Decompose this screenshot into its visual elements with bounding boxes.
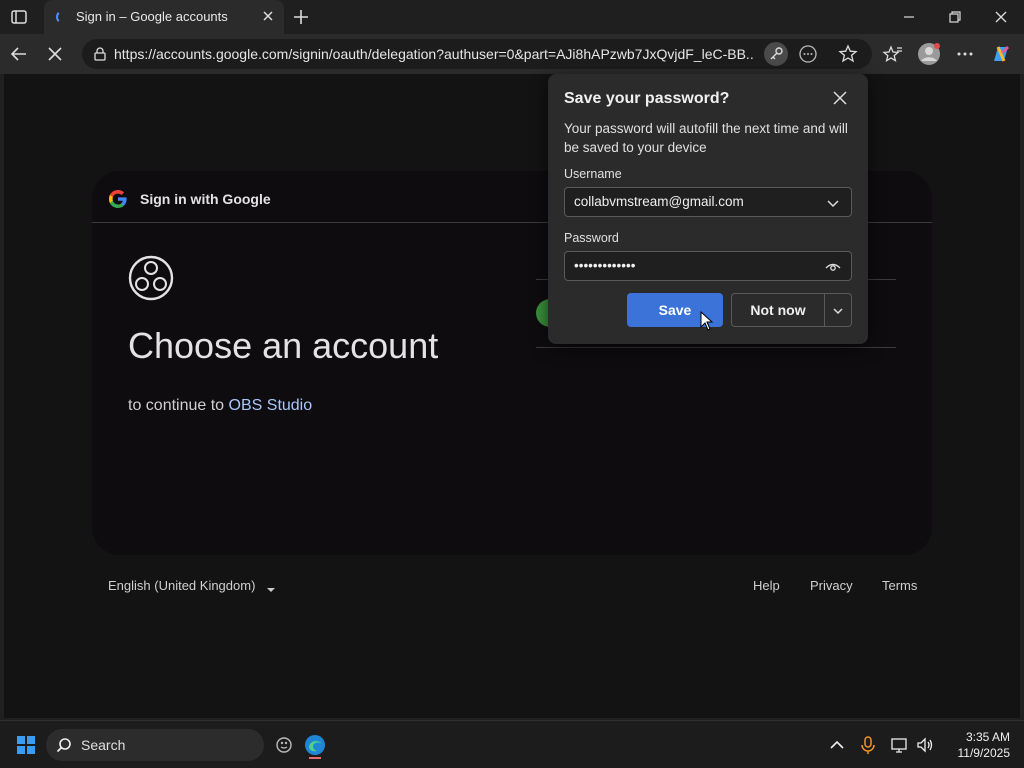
restore-icon[interactable] xyxy=(943,5,967,29)
new-tab-icon[interactable] xyxy=(290,6,312,28)
windows-start-icon[interactable] xyxy=(17,736,35,754)
dialog-title: Save your password? xyxy=(564,90,730,107)
dialog-description: Your password will autofill the next tim… xyxy=(564,121,848,155)
not-now-button[interactable]: Not now xyxy=(731,293,825,327)
tab-actions-icon[interactable] xyxy=(8,6,30,28)
username-value: collabvmstream@gmail.com xyxy=(574,194,744,209)
terms-link[interactable]: Terms xyxy=(882,578,917,593)
search-icon xyxy=(56,737,72,753)
search-placeholder: Search xyxy=(81,737,126,753)
url-text: https://accounts.google.com/signin/oauth… xyxy=(114,46,754,62)
google-logo-icon xyxy=(108,189,128,209)
more-options-button[interactable] xyxy=(825,293,852,327)
edge-app-icon[interactable] xyxy=(301,731,329,759)
language-select[interactable]: English (United Kingdom) xyxy=(108,578,255,593)
tab-title: Sign in – Google accounts xyxy=(76,9,228,24)
password-label: Password xyxy=(564,231,619,245)
continue-text: to continue to OBS Studio xyxy=(128,397,312,415)
taskbar-search[interactable]: Search xyxy=(46,729,264,761)
address-bar[interactable]: https://accounts.google.com/signin/oauth… xyxy=(82,39,872,69)
chevron-down-icon[interactable] xyxy=(825,195,841,211)
taskbar: Search 3:35 AM 11/9/2025 xyxy=(0,720,1024,768)
page-actions-icon[interactable] xyxy=(796,42,820,66)
favorite-star-icon[interactable] xyxy=(836,42,860,66)
lock-icon[interactable] xyxy=(92,46,108,62)
taskbar-clock[interactable]: 3:35 AM 11/9/2025 xyxy=(940,729,1011,761)
page-heading: Choose an account xyxy=(128,325,439,366)
continue-prefix: to continue to xyxy=(128,397,225,414)
privacy-link[interactable]: Privacy xyxy=(810,578,853,593)
clock-date: 11/9/2025 xyxy=(957,746,1011,760)
loading-spinner-icon xyxy=(56,10,70,24)
tab-close-icon[interactable] xyxy=(260,8,276,24)
minimize-icon[interactable] xyxy=(897,5,921,29)
microphone-icon[interactable] xyxy=(858,735,878,755)
password-key-icon[interactable] xyxy=(764,42,788,66)
help-link[interactable]: Help xyxy=(753,578,780,593)
password-value: ••••••••••••• xyxy=(574,258,636,273)
clock-time: 3:35 AM xyxy=(965,730,1010,744)
tab-active[interactable]: Sign in – Google accounts xyxy=(44,0,284,34)
copilot-icon[interactable] xyxy=(988,41,1014,67)
username-label: Username xyxy=(564,167,622,181)
show-password-eye-icon[interactable] xyxy=(825,259,841,275)
profile-avatar[interactable] xyxy=(916,41,942,67)
browser-titlebar: Sign in – Google accounts xyxy=(0,0,1024,34)
app-name-link[interactable]: OBS Studio xyxy=(229,397,313,414)
back-icon[interactable] xyxy=(6,41,32,67)
save-password-dialog: Save your password? Your password will a… xyxy=(548,74,868,344)
volume-icon[interactable] xyxy=(915,735,935,755)
username-field[interactable]: collabvmstream@gmail.com xyxy=(564,187,852,217)
mouse-cursor-icon xyxy=(700,310,714,331)
obs-logo-icon xyxy=(128,255,174,301)
widgets-icon[interactable] xyxy=(270,731,298,759)
network-icon[interactable] xyxy=(890,735,910,755)
chevron-up-icon[interactable] xyxy=(827,735,847,755)
signin-header-text: Sign in with Google xyxy=(140,191,271,207)
account-divider xyxy=(536,347,896,348)
settings-more-icon[interactable] xyxy=(952,41,978,67)
stop-loading-icon[interactable] xyxy=(42,41,68,67)
favorites-icon[interactable] xyxy=(880,41,906,67)
password-field[interactable]: ••••••••••••• xyxy=(564,251,852,281)
browser-toolbar: https://accounts.google.com/signin/oauth… xyxy=(0,34,1024,74)
language-caret-icon[interactable] xyxy=(266,582,276,592)
dialog-close-icon[interactable] xyxy=(832,90,848,106)
close-window-icon[interactable] xyxy=(989,5,1013,29)
page-footer: English (United Kingdom) Help Privacy Te… xyxy=(4,578,1020,608)
